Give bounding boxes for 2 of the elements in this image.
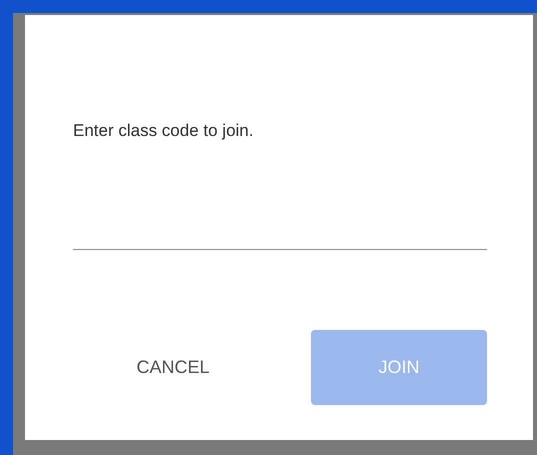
dialog-prompt: Enter class code to join. [73, 120, 254, 142]
cancel-button[interactable]: CANCEL [73, 330, 273, 405]
